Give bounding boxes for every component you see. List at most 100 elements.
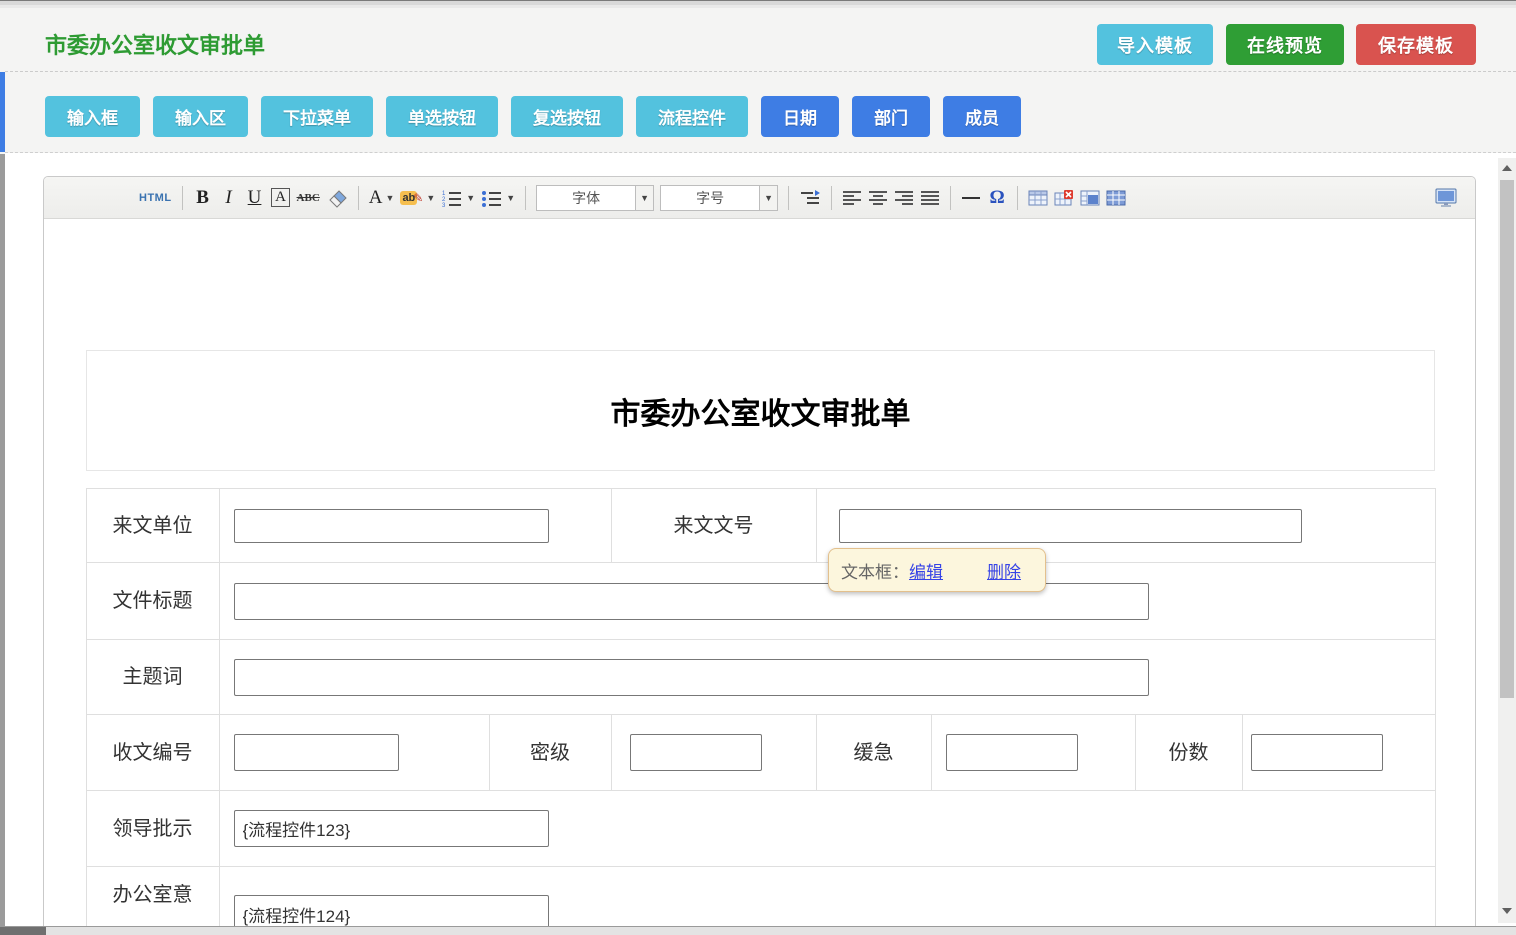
add-dropdown-button[interactable]: 下拉菜单 xyxy=(261,96,373,137)
font-color-button[interactable]: A▼ xyxy=(366,184,398,212)
table-row: 办公室意 xyxy=(86,867,1435,935)
toolbar-separator xyxy=(525,186,526,210)
insert-table-button[interactable] xyxy=(1025,184,1051,212)
font-size-select[interactable]: 字号 ▼ xyxy=(660,185,778,211)
toolbar-separator xyxy=(358,186,359,210)
align-left-icon xyxy=(842,190,862,206)
remove-format-button[interactable] xyxy=(323,184,351,212)
unordered-list-icon xyxy=(481,188,503,208)
ordered-list-button[interactable]: 1 2 3 ▼ xyxy=(438,184,478,212)
delete-table-icon xyxy=(1054,189,1074,207)
scrollbar-thumb[interactable] xyxy=(1500,180,1514,698)
tooltip-label: 文本框： xyxy=(841,558,909,583)
label-office-opinion: 办公室意 xyxy=(86,867,219,935)
table-properties-icon xyxy=(1080,189,1100,207)
add-flow-control-button[interactable]: 流程控件 xyxy=(636,96,748,137)
bold-button[interactable]: B xyxy=(190,184,216,212)
font-style-button[interactable]: A xyxy=(268,184,294,212)
textbox-edit-tooltip: 文本框： 编辑 删除 xyxy=(828,548,1046,592)
label-urgency: 缓急 xyxy=(816,715,931,791)
toolbar-separator xyxy=(831,186,832,210)
add-department-button[interactable]: 部门 xyxy=(852,96,930,137)
import-template-button[interactable]: 导入模板 xyxy=(1097,24,1213,65)
font-size-value: 字号 xyxy=(661,186,759,210)
chevron-down-icon: ▼ xyxy=(466,193,475,203)
html-label: HTML xyxy=(139,192,172,204)
toolbar-separator xyxy=(182,186,183,210)
horizontal-rule-button[interactable] xyxy=(958,184,984,212)
html-source-button[interactable]: HTML xyxy=(136,184,175,212)
align-justify-icon xyxy=(920,190,940,206)
cell-properties-button[interactable] xyxy=(1103,184,1129,212)
urgency-input[interactable] xyxy=(946,734,1078,771)
align-right-button[interactable] xyxy=(891,184,917,212)
unordered-list-button[interactable]: ▼ xyxy=(478,184,518,212)
delete-table-button[interactable] xyxy=(1051,184,1077,212)
monitor-icon xyxy=(1434,188,1458,208)
strikethrough-button[interactable]: ABC xyxy=(294,184,323,212)
save-template-button[interactable]: 保存模板 xyxy=(1356,24,1476,65)
underline-button[interactable]: U xyxy=(242,184,268,212)
clipped-blue-element xyxy=(0,72,5,152)
add-checkbox-button[interactable]: 复选按钮 xyxy=(511,96,623,137)
label-doc-number: 来文文号 xyxy=(611,489,816,563)
cell-properties-icon xyxy=(1106,189,1126,207)
add-radio-button[interactable]: 单选按钮 xyxy=(386,96,498,137)
add-input-box-button[interactable]: 输入框 xyxy=(45,96,140,137)
align-right-icon xyxy=(894,190,914,206)
dashed-divider xyxy=(0,71,1516,72)
keywords-input[interactable] xyxy=(234,659,1149,696)
fullscreen-button[interactable] xyxy=(1431,184,1461,212)
chevron-down-icon: ▼ xyxy=(386,193,395,203)
special-char-button[interactable]: Ω xyxy=(984,184,1010,212)
font-family-value: 字体 xyxy=(537,186,635,210)
align-center-button[interactable] xyxy=(865,184,891,212)
align-left-button[interactable] xyxy=(839,184,865,212)
tooltip-delete-link[interactable]: 删除 xyxy=(987,558,1021,583)
editor-toolbar: HTML B I U A ABC A▼ ab✎▼ xyxy=(44,177,1475,219)
font-family-select[interactable]: 字体 ▼ xyxy=(536,185,654,211)
label-doc-title: 文件标题 xyxy=(86,563,219,640)
italic-button[interactable]: I xyxy=(216,184,242,212)
secrecy-input[interactable] xyxy=(630,734,762,771)
add-date-button[interactable]: 日期 xyxy=(761,96,839,137)
left-edge-sliver xyxy=(0,8,5,927)
chevron-down-icon[interactable]: ▼ xyxy=(759,186,777,210)
chevron-down-icon: ▼ xyxy=(426,193,435,203)
table-icon xyxy=(1028,189,1048,207)
page: 市委办公室收文审批单 导入模板 在线预览 保存模板 输入框 输入区 下拉菜单 单… xyxy=(0,0,1516,935)
tooltip-edit-link[interactable]: 编辑 xyxy=(909,558,943,583)
control-toolbar: 输入框 输入区 下拉菜单 单选按钮 复选按钮 流程控件 日期 部门 成员 xyxy=(45,96,1021,137)
document-title-cell[interactable]: 市委办公室收文审批单 xyxy=(86,350,1435,471)
window-bottom-edge xyxy=(0,926,1516,935)
highlight-button[interactable]: ab✎▼ xyxy=(397,184,438,212)
receipt-number-input[interactable] xyxy=(234,734,399,771)
label-leader-comment: 领导批示 xyxy=(86,791,219,867)
clipped-gray-edge xyxy=(0,154,5,935)
add-input-area-button[interactable]: 输入区 xyxy=(153,96,248,137)
editor-document[interactable]: 市委办公室收文审批单 来文单位 来文文号 文件标题 主 xyxy=(44,350,1476,935)
scroll-up-button[interactable] xyxy=(1498,160,1516,176)
toolbar-separator xyxy=(788,186,789,210)
copies-input[interactable] xyxy=(1251,734,1383,771)
font-color-icon: A xyxy=(369,187,383,209)
online-preview-button[interactable]: 在线预览 xyxy=(1226,24,1344,65)
leader-comment-input[interactable] xyxy=(234,810,549,847)
svg-text:3: 3 xyxy=(442,203,446,208)
page-title: 市委办公室收文审批单 xyxy=(45,28,265,60)
bold-icon: B xyxy=(196,187,209,209)
table-properties-button[interactable] xyxy=(1077,184,1103,212)
source-unit-input[interactable] xyxy=(234,509,549,543)
status-corner xyxy=(0,927,46,935)
chevron-down-icon[interactable]: ▼ xyxy=(635,186,653,210)
scroll-down-button[interactable] xyxy=(1498,903,1516,919)
add-member-button[interactable]: 成员 xyxy=(943,96,1021,137)
align-justify-button[interactable] xyxy=(917,184,943,212)
indent-button[interactable] xyxy=(796,184,824,212)
doc-number-input[interactable] xyxy=(839,509,1302,543)
table-row: 收文编号 密级 缓急 份数 xyxy=(86,715,1435,791)
table-row: 主题词 xyxy=(86,640,1435,715)
label-copies: 份数 xyxy=(1135,715,1242,791)
boxed-a-icon: A xyxy=(271,188,290,207)
vertical-scrollbar[interactable] xyxy=(1498,158,1516,923)
